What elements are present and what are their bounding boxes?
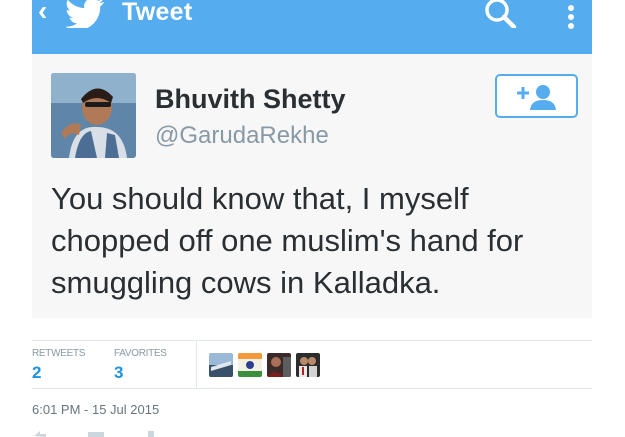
tweet-screen: ‹ Tweet Bhuvith Shetty @GarudaRekhe You … xyxy=(0,0,625,437)
tweet-text-line: chopped off one muslim's hand for xyxy=(51,223,524,258)
action-bar xyxy=(34,431,154,437)
favoriter-avatar[interactable] xyxy=(296,353,320,377)
favorites-stat[interactable]: FAVORITES 3 xyxy=(114,348,167,383)
retweets-count: 2 xyxy=(32,363,42,382)
tweet-stats: RETWEETS 2 FAVORITES 3 xyxy=(32,340,592,389)
display-name[interactable]: Bhuvith Shetty xyxy=(155,84,346,115)
tweet-timestamp: 6:01 PM - 15 Jul 2015 xyxy=(32,402,160,417)
follow-button[interactable] xyxy=(495,74,578,118)
tweet-text-line: smuggling cows in Kalladka. xyxy=(51,265,441,300)
retweet-icon xyxy=(88,432,104,437)
retweets-stat[interactable]: RETWEETS 2 xyxy=(32,348,85,383)
more-options-icon[interactable] xyxy=(564,4,578,30)
twitter-bird-icon xyxy=(66,0,105,28)
top-bar: ‹ Tweet xyxy=(32,0,592,54)
favorite-icon xyxy=(148,431,154,437)
stats-divider xyxy=(196,341,197,388)
tweet-text: You should know that, I myself chopped o… xyxy=(51,178,581,304)
tweet-text-line: You should know that, I myself xyxy=(51,181,469,216)
add-user-icon xyxy=(517,85,556,110)
tweet-card: Bhuvith Shetty @GarudaRekhe You should k… xyxy=(32,54,592,318)
avatar[interactable] xyxy=(51,73,136,158)
user-handle[interactable]: @GarudaRekhe xyxy=(155,122,329,150)
page-title: Tweet xyxy=(122,0,193,26)
search-icon[interactable] xyxy=(484,0,518,28)
favoriter-avatar[interactable] xyxy=(238,353,262,377)
favorites-label: FAVORITES xyxy=(114,348,167,359)
favoriter-avatar[interactable] xyxy=(267,353,291,377)
favoriter-avatar[interactable] xyxy=(209,353,233,377)
reply-icon xyxy=(34,431,46,437)
retweets-label: RETWEETS xyxy=(32,348,86,359)
favorites-count: 3 xyxy=(114,363,124,382)
back-icon[interactable]: ‹ xyxy=(38,0,58,25)
